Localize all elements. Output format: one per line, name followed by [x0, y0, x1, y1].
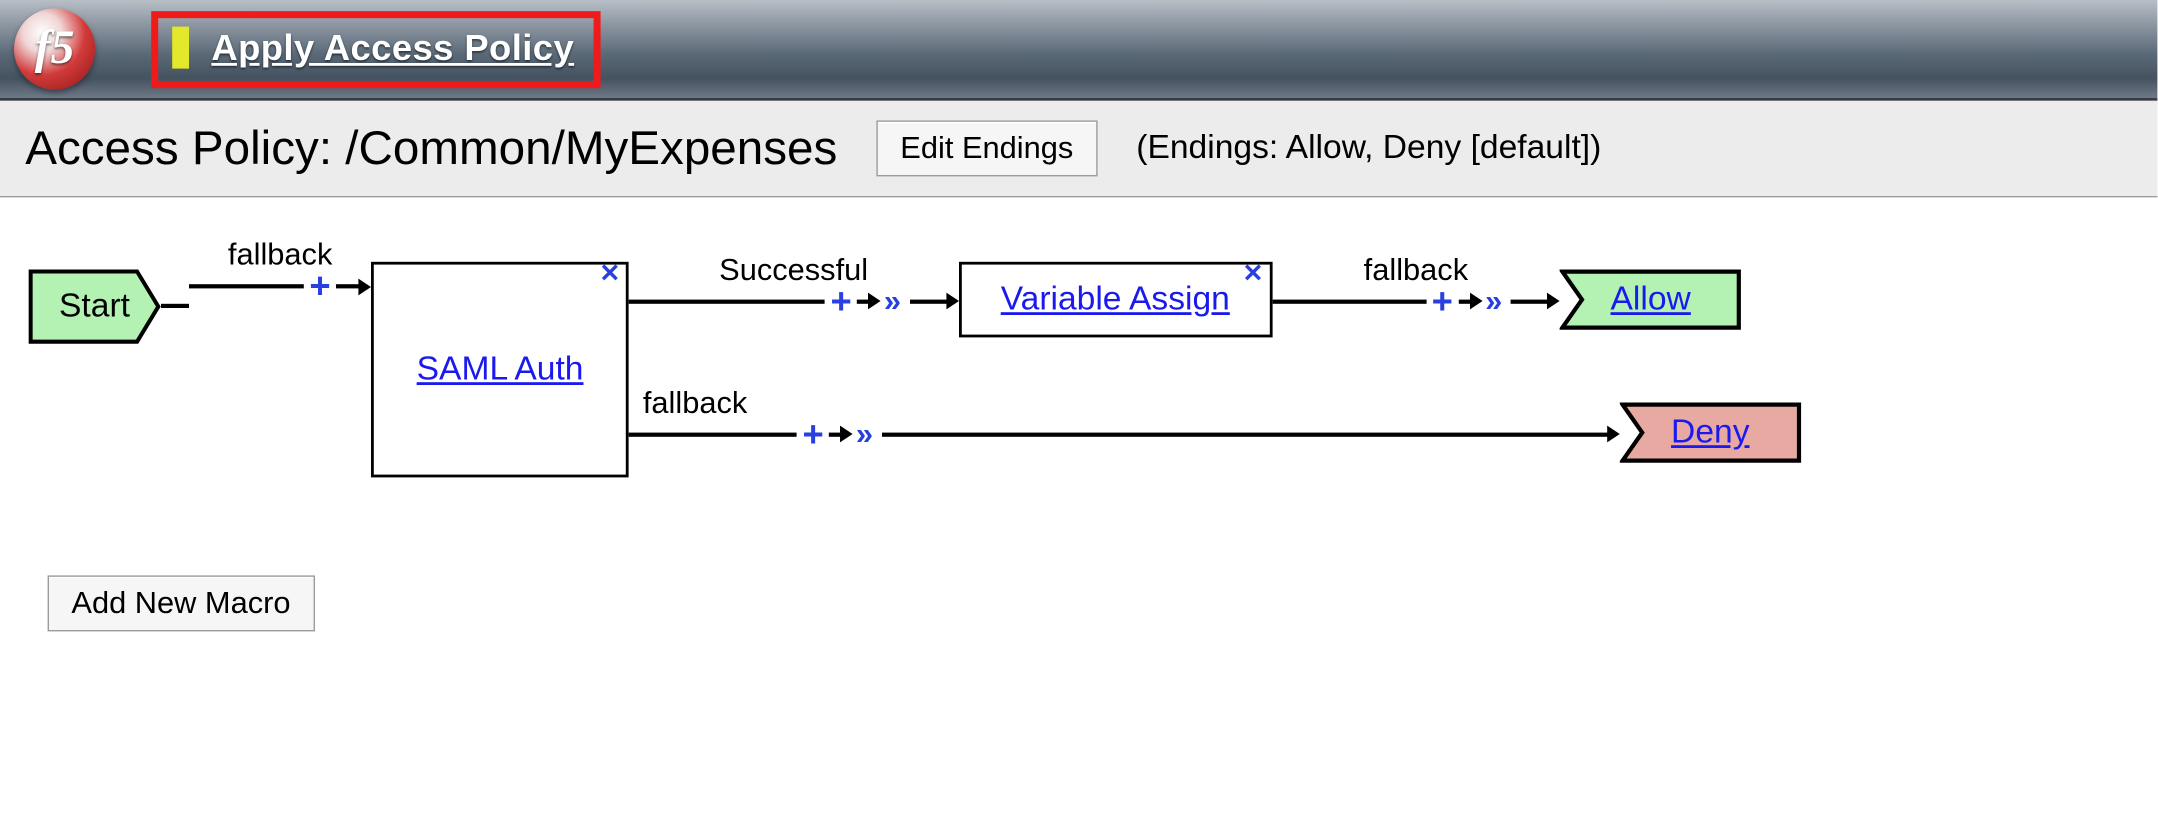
branch-label-var-fallback: fallback — [1364, 251, 1468, 287]
unsaved-indicator-icon — [172, 27, 189, 69]
swap-branch-icon[interactable]: » — [1485, 283, 1502, 319]
branch-label-successful: Successful — [719, 251, 868, 287]
branch-label-start-fallback: fallback — [228, 237, 332, 273]
variable-assign-link[interactable]: Variable Assign — [1001, 280, 1230, 319]
add-new-macro-button[interactable]: Add New Macro — [48, 575, 315, 631]
endings-summary-text: (Endings: Allow, Deny [default]) — [1136, 129, 1601, 168]
apply-access-policy-link[interactable]: Apply Access Policy — [211, 26, 574, 69]
f5-logo-icon: f5 — [14, 8, 95, 89]
saml-auth-link[interactable]: SAML Auth — [417, 350, 584, 389]
swap-branch-icon[interactable]: » — [856, 416, 873, 452]
policy-flow-canvas: Start fallback + ✕ SAML Auth — [0, 197, 2158, 723]
variable-assign-node[interactable]: ✕ Variable Assign — [958, 262, 1272, 338]
allow-ending-link[interactable]: Allow — [1611, 280, 1691, 319]
add-node-icon[interactable]: + — [802, 412, 823, 455]
page-title: Access Policy: /Common/MyExpenses — [25, 121, 837, 176]
close-icon[interactable]: ✕ — [599, 259, 620, 288]
deny-ending-node[interactable]: Deny — [1619, 402, 1801, 464]
branch-label-saml-fallback: fallback — [643, 384, 747, 420]
start-node: Start — [28, 269, 161, 345]
close-icon[interactable]: ✕ — [1243, 259, 1264, 288]
deny-ending-link[interactable]: Deny — [1671, 413, 1749, 452]
policy-subheader: Access Policy: /Common/MyExpenses Edit E… — [0, 101, 2158, 198]
edit-endings-button[interactable]: Edit Endings — [877, 120, 1098, 176]
swap-branch-icon[interactable]: » — [884, 283, 901, 319]
saml-auth-node[interactable]: ✕ SAML Auth — [371, 262, 629, 478]
apply-access-policy-highlight: Apply Access Policy — [151, 11, 601, 88]
top-banner: f5 Apply Access Policy — [0, 0, 2158, 101]
allow-ending-node[interactable]: Allow — [1560, 269, 1742, 331]
start-node-label: Start — [59, 287, 130, 326]
